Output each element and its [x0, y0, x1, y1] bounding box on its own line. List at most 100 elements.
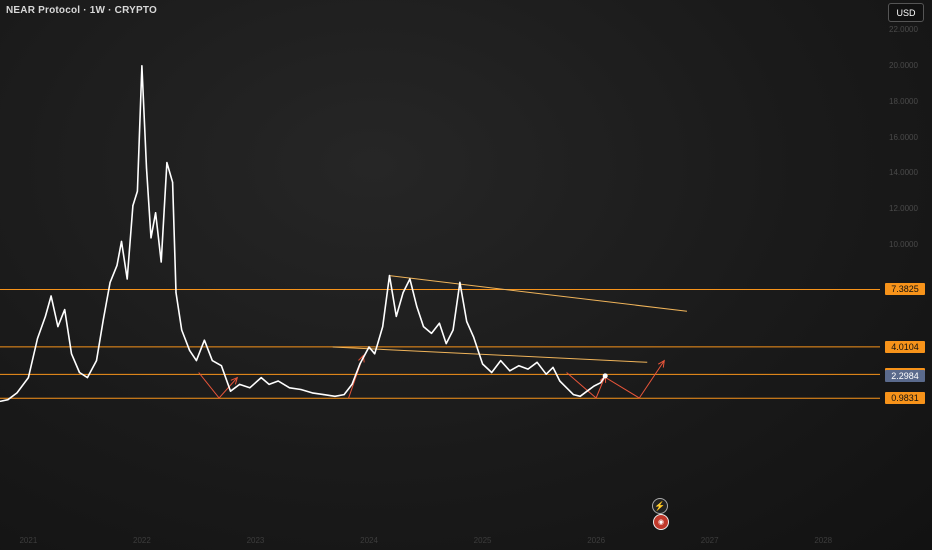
price-point	[109, 281, 111, 283]
price-point	[181, 329, 183, 331]
price-point	[416, 305, 418, 307]
price-point	[154, 212, 157, 214]
price-point	[382, 326, 384, 328]
price-point	[260, 377, 262, 379]
price-point	[211, 360, 213, 362]
trendline[interactable]	[389, 275, 688, 312]
price-point	[459, 281, 461, 283]
price-point	[572, 394, 575, 396]
price-point	[16, 392, 18, 394]
price-point	[132, 204, 134, 207]
price-point	[268, 383, 270, 385]
price-point	[220, 365, 223, 367]
price-tag: 0.9831	[885, 392, 925, 405]
price-point	[402, 292, 404, 294]
price-point	[359, 363, 361, 365]
price-point	[545, 373, 547, 375]
price-point	[481, 363, 484, 365]
price-point	[126, 278, 128, 280]
price-point	[343, 394, 345, 396]
price-point	[288, 387, 291, 389]
current-price-marker	[602, 373, 608, 379]
price-point	[430, 332, 433, 334]
price-point	[171, 181, 174, 183]
price-point	[351, 383, 353, 385]
price-point	[527, 368, 529, 370]
price-point	[36, 337, 39, 340]
trendlines	[332, 275, 688, 363]
x-tick-label: 2021	[19, 536, 38, 545]
price-point	[579, 395, 581, 397]
x-tick-label: 2027	[700, 536, 719, 545]
price-point	[64, 309, 66, 311]
price-point	[509, 370, 511, 372]
price-point	[195, 360, 198, 362]
price-tag: 2.2984	[885, 369, 925, 382]
bolt-icon[interactable]: ⚡	[652, 498, 668, 514]
price-point	[409, 278, 411, 280]
price-chart[interactable]	[0, 0, 932, 550]
price-point	[552, 366, 554, 368]
price-point	[566, 387, 568, 389]
currency-button[interactable]: USD	[888, 3, 924, 22]
price-point	[141, 65, 143, 67]
price-point	[559, 380, 561, 382]
projection-arrow[interactable]	[198, 372, 238, 399]
price-point	[593, 385, 595, 387]
price-line	[0, 65, 606, 403]
price-tag: 4.0104	[885, 340, 925, 353]
price-point	[395, 315, 397, 317]
x-tick-label: 2024	[360, 536, 378, 545]
y-tick-label: 20.0000	[889, 60, 918, 70]
price-point	[166, 161, 168, 164]
price-point	[586, 390, 588, 392]
x-tick-label: 2025	[473, 536, 492, 545]
price-point	[120, 240, 123, 243]
price-point	[160, 261, 162, 263]
horizontal-levels	[0, 288, 880, 399]
price-point	[466, 320, 468, 323]
x-tick-label: 2026	[587, 536, 606, 545]
projection-arrows	[198, 354, 665, 399]
x-tick-label: 2023	[246, 536, 265, 545]
price-point	[102, 319, 104, 321]
price-point	[422, 326, 425, 328]
price-point	[600, 382, 602, 384]
price-point	[500, 360, 502, 362]
price-series	[0, 65, 608, 403]
price-point	[518, 365, 520, 367]
price-point	[323, 394, 325, 396]
price-point	[50, 295, 52, 297]
price-point	[229, 390, 232, 392]
projection-arrow[interactable]	[602, 360, 665, 399]
price-point	[175, 292, 177, 294]
arrow-head	[657, 359, 665, 368]
price-tag: 7.3825	[885, 283, 925, 296]
price-point	[136, 190, 138, 192]
x-tick-label: 2022	[133, 536, 151, 545]
price-point	[300, 388, 302, 391]
x-tick-label: 2028	[814, 536, 833, 545]
price-point	[472, 336, 475, 338]
price-point	[388, 275, 391, 277]
price-point	[150, 237, 152, 239]
y-tick-label: 22.0000	[889, 25, 918, 34]
price-point	[491, 371, 493, 374]
y-tick-label: 18.0000	[889, 96, 918, 106]
price-point	[368, 346, 370, 348]
price-point	[311, 392, 313, 394]
chart-title: NEAR Protocol · 1W · CRYPTO	[6, 5, 157, 16]
price-point	[445, 343, 447, 345]
price-point	[78, 371, 81, 374]
y-tick-label: 14.0000	[889, 168, 918, 178]
price-point	[277, 380, 279, 382]
price-point	[27, 377, 29, 379]
price-point	[438, 322, 441, 324]
price-point	[189, 349, 191, 351]
price-point	[334, 395, 336, 397]
trendline[interactable]	[332, 346, 648, 363]
flag-icon[interactable]: ◉	[653, 514, 669, 530]
price-point	[374, 353, 376, 355]
price-point	[44, 315, 47, 317]
price-point	[203, 339, 205, 341]
